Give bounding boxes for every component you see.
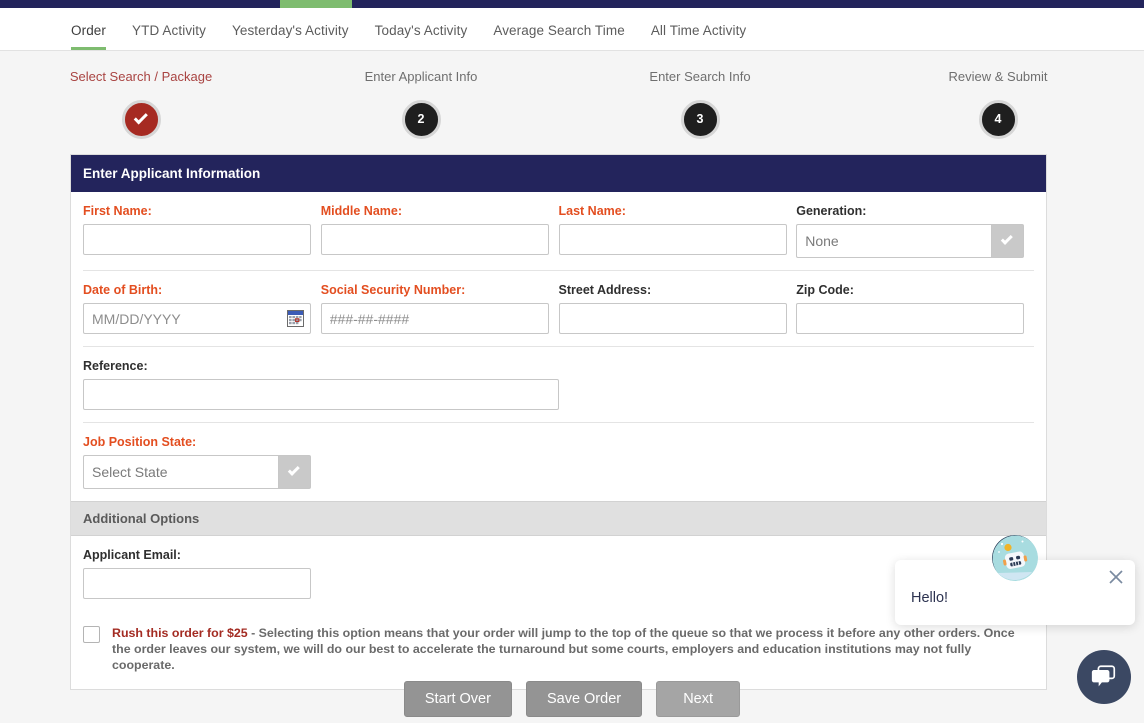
reference-label: Reference:: [83, 359, 573, 373]
step-select-search-package[interactable]: Select Search / Package: [51, 69, 231, 139]
reference-input[interactable]: [83, 379, 559, 410]
step-2-label: Enter Applicant Info: [331, 69, 511, 84]
tab-average-search-time-label: Average Search Time: [493, 23, 624, 38]
rush-order-checkbox[interactable]: [83, 626, 100, 643]
middle-name-input[interactable]: [321, 224, 549, 255]
applicant-email-label: Applicant Email:: [83, 548, 325, 562]
applicant-form: First Name: Middle Name: Last Name: Gene…: [71, 192, 1046, 501]
generation-select[interactable]: None: [796, 224, 1024, 258]
panel-title: Enter Applicant Information: [71, 155, 1046, 192]
street-address-label: Street Address:: [559, 283, 797, 297]
form-row-reference: Reference:: [83, 347, 1034, 423]
field-reference: Reference:: [83, 359, 573, 410]
field-street-address: Street Address:: [559, 283, 797, 334]
tab-yesterdays-activity[interactable]: Yesterday's Activity: [219, 23, 362, 50]
job-position-state-value: Select State: [83, 455, 278, 489]
tab-order[interactable]: Order: [58, 23, 119, 50]
step-1-label: Select Search / Package: [51, 69, 231, 84]
chevron-down-icon: [288, 464, 300, 476]
save-order-button[interactable]: Save Order: [526, 681, 642, 717]
robot-avatar-icon[interactable]: [992, 535, 1038, 581]
field-applicant-email: Applicant Email:: [83, 548, 325, 599]
form-action-buttons: Start Over Save Order Next: [0, 681, 1144, 717]
step-4-bullet[interactable]: 4: [979, 100, 1018, 139]
generation-label: Generation:: [796, 204, 1034, 218]
top-brand-bar: [0, 0, 1144, 8]
tab-all-time-activity-label: All Time Activity: [651, 23, 746, 38]
field-last-name: Last Name:: [559, 204, 797, 258]
step-3-label: Enter Search Info: [610, 69, 790, 84]
field-first-name: First Name:: [83, 204, 321, 258]
form-row-names: First Name: Middle Name: Last Name: Gene…: [83, 192, 1034, 271]
form-row-job-position-state: Job Position State: Select State: [83, 423, 1034, 501]
step-1-bullet[interactable]: [122, 100, 161, 139]
close-icon[interactable]: [1107, 568, 1125, 586]
field-job-position-state: Job Position State: Select State: [83, 435, 325, 489]
generation-dropdown-button[interactable]: [991, 224, 1024, 258]
field-ssn: Social Security Number:: [321, 283, 559, 334]
last-name-input[interactable]: [559, 224, 787, 255]
chat-launcher-button[interactable]: [1077, 650, 1131, 704]
middle-name-label: Middle Name:: [321, 204, 559, 218]
tab-ytd-activity[interactable]: YTD Activity: [119, 23, 219, 50]
generation-select-value: None: [796, 224, 991, 258]
field-date-of-birth: Date of Birth:: [83, 283, 321, 334]
rush-order-price-label: Rush this order for $25: [112, 626, 248, 640]
start-over-button[interactable]: Start Over: [404, 681, 512, 717]
form-row-identity: Date of Birth:: [83, 271, 1034, 347]
ssn-label: Social Security Number:: [321, 283, 559, 297]
tab-order-label: Order: [71, 23, 106, 38]
ssn-input[interactable]: [321, 303, 549, 334]
step-enter-applicant-info[interactable]: Enter Applicant Info 2: [331, 69, 511, 139]
job-position-state-dropdown-button[interactable]: [278, 455, 311, 489]
step-2-bullet[interactable]: 2: [402, 100, 441, 139]
tab-ytd-activity-label: YTD Activity: [132, 23, 206, 38]
form-row-applicant-email: Applicant Email:: [83, 536, 1034, 611]
next-button[interactable]: Next: [656, 681, 740, 717]
street-address-input[interactable]: [559, 303, 787, 334]
zip-code-label: Zip Code:: [796, 283, 1034, 297]
step-3-bullet[interactable]: 3: [681, 100, 720, 139]
first-name-input[interactable]: [83, 224, 311, 255]
tab-todays-activity[interactable]: Today's Activity: [362, 23, 481, 50]
rush-order-description: - Selecting this option means that your …: [112, 626, 1015, 672]
check-icon: [133, 110, 147, 124]
field-middle-name: Middle Name:: [321, 204, 559, 258]
first-name-label: First Name:: [83, 204, 321, 218]
job-position-state-select[interactable]: Select State: [83, 455, 311, 489]
date-of-birth-input[interactable]: [83, 303, 311, 334]
tab-average-search-time[interactable]: Average Search Time: [480, 23, 637, 50]
calendar-icon[interactable]: [287, 310, 304, 327]
field-zip-code: Zip Code:: [796, 283, 1034, 334]
job-position-state-label: Job Position State:: [83, 435, 325, 449]
date-of-birth-wrapper: [83, 303, 311, 334]
tab-yesterdays-activity-label: Yesterday's Activity: [232, 23, 349, 38]
additional-options-header: Additional Options: [71, 501, 1046, 536]
step-enter-search-info[interactable]: Enter Search Info 3: [610, 69, 790, 139]
applicant-email-input[interactable]: [83, 568, 311, 599]
brand-accent-stripe: [280, 0, 352, 8]
tab-all-time-activity[interactable]: All Time Activity: [638, 23, 759, 50]
tab-todays-activity-label: Today's Activity: [375, 23, 468, 38]
date-of-birth-label: Date of Birth:: [83, 283, 321, 297]
chat-bubble-icon: [1090, 663, 1118, 691]
chevron-down-icon: [1001, 233, 1013, 245]
rush-order-text: Rush this order for $25 - Selecting this…: [112, 625, 1034, 673]
step-4-label: Review & Submit: [908, 69, 1088, 84]
zip-code-input[interactable]: [796, 303, 1024, 334]
last-name-label: Last Name:: [559, 204, 797, 218]
progress-stepper: Select Search / Package Enter Applicant …: [0, 69, 1144, 164]
field-generation: Generation: None: [796, 204, 1034, 258]
chat-greeting-message: Hello!: [911, 590, 948, 606]
step-review-submit[interactable]: Review & Submit 4: [908, 69, 1088, 139]
primary-nav-tabs: Order YTD Activity Yesterday's Activity …: [0, 8, 1144, 51]
